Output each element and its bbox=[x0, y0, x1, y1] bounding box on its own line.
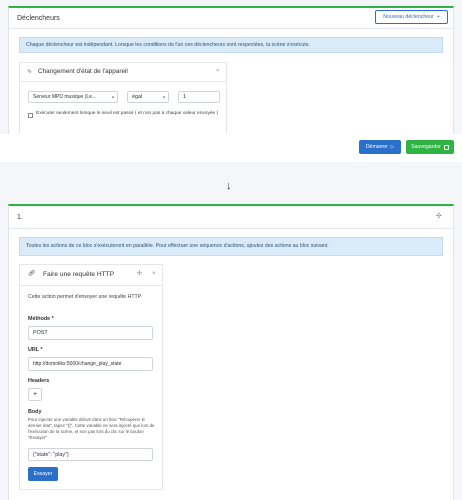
url-label: URL * bbox=[28, 347, 43, 353]
save-label: Sauvegarder bbox=[411, 144, 441, 150]
move-icon[interactable]: ✣ bbox=[137, 271, 142, 277]
block-info-alert: Toutes les actions de ce bloc s'exécuter… bbox=[19, 237, 443, 256]
url-input[interactable]: http://domotiks:5000/change_play_state bbox=[28, 357, 153, 371]
triggers-header-divider bbox=[9, 28, 453, 29]
play-icon: ▷ bbox=[390, 144, 395, 149]
threshold-checkbox[interactable] bbox=[28, 113, 33, 118]
http-request-card: 🔗︎ Faire une requête HTTP ✣ × Cette acti… bbox=[19, 264, 163, 490]
device-card-title: Changement d'état de l'appareil bbox=[38, 68, 128, 75]
plus-icon: + bbox=[32, 391, 38, 398]
http-card-title: Faire une requête HTTP bbox=[43, 271, 115, 278]
url-value: http://domotiks:5000/change_play_state bbox=[33, 361, 122, 367]
arrow-down-icon: ↓ bbox=[226, 180, 232, 192]
activity-icon: ∿ bbox=[27, 69, 33, 75]
threshold-checkbox-label: Exécuter seulement lorsque le seuil est … bbox=[36, 111, 219, 116]
block-header-divider bbox=[9, 228, 453, 229]
headers-label: Headers bbox=[28, 378, 50, 384]
link-icon: 🔗︎ bbox=[28, 271, 36, 277]
device-select-value: Serveur MPD musique (Le... bbox=[33, 94, 97, 100]
actions-block-card: 1. ✣ Toutes les actions de ce bloc s'exé… bbox=[8, 204, 454, 500]
close-icon[interactable]: × bbox=[216, 68, 219, 75]
new-trigger-button[interactable]: Nouveau déclencheur + bbox=[375, 10, 448, 24]
chevron-down-icon: ▾ bbox=[111, 94, 114, 100]
start-button[interactable]: Démarrer ▷ bbox=[359, 140, 401, 154]
device-state-trigger-card: ∿ Changement d'état de l'appareil × Serv… bbox=[19, 62, 227, 136]
triggers-info-alert: Chaque déclencheur est indépendant. Lors… bbox=[19, 37, 443, 53]
body-input[interactable]: {"state": "play"} bbox=[28, 448, 153, 461]
triggers-card: Déclencheurs Nouveau déclencheur + Chaqu… bbox=[8, 6, 454, 136]
method-label: Méthode * bbox=[28, 316, 54, 322]
block-info-text: Toutes les actions de ce bloc s'exécuter… bbox=[26, 243, 329, 249]
threshold-value-input[interactable]: 1 bbox=[178, 91, 220, 103]
plus-icon: + bbox=[436, 14, 440, 20]
close-icon[interactable]: × bbox=[152, 271, 156, 277]
operator-select[interactable]: égal ▾ bbox=[127, 91, 169, 103]
body-help-text: Pour injecter une variable dérivé dans u… bbox=[28, 417, 155, 440]
operator-select-value: égal bbox=[132, 94, 143, 100]
add-header-button[interactable]: + bbox=[28, 388, 42, 401]
triggers-info-text: Chaque déclencheur est indépendant. Lors… bbox=[26, 42, 311, 48]
chevron-down-icon: ▾ bbox=[162, 94, 165, 100]
block-title: 1. bbox=[17, 214, 23, 221]
move-icon[interactable]: ✣ bbox=[436, 213, 442, 220]
try-label: Essayer bbox=[33, 471, 53, 477]
try-button[interactable]: Essayer bbox=[28, 467, 58, 481]
save-button[interactable]: Sauvegarder bbox=[406, 140, 454, 154]
device-card-divider bbox=[20, 81, 226, 82]
device-select[interactable]: Serveur MPD musique (Le... ▾ bbox=[28, 91, 118, 103]
threshold-value: 1 bbox=[183, 94, 186, 100]
http-description: Cette action permet d'envoyer une requêt… bbox=[28, 294, 142, 300]
start-label: Démarrer bbox=[365, 144, 388, 150]
method-value: POST bbox=[33, 330, 48, 336]
new-trigger-label: Nouveau déclencheur bbox=[383, 14, 434, 20]
method-input[interactable]: POST bbox=[28, 326, 153, 340]
triggers-title: Déclencheurs bbox=[17, 15, 60, 22]
save-icon bbox=[443, 144, 449, 150]
body-label: Body bbox=[28, 409, 42, 415]
body-value: {"state": "play"} bbox=[33, 451, 69, 458]
http-card-divider bbox=[20, 285, 162, 286]
